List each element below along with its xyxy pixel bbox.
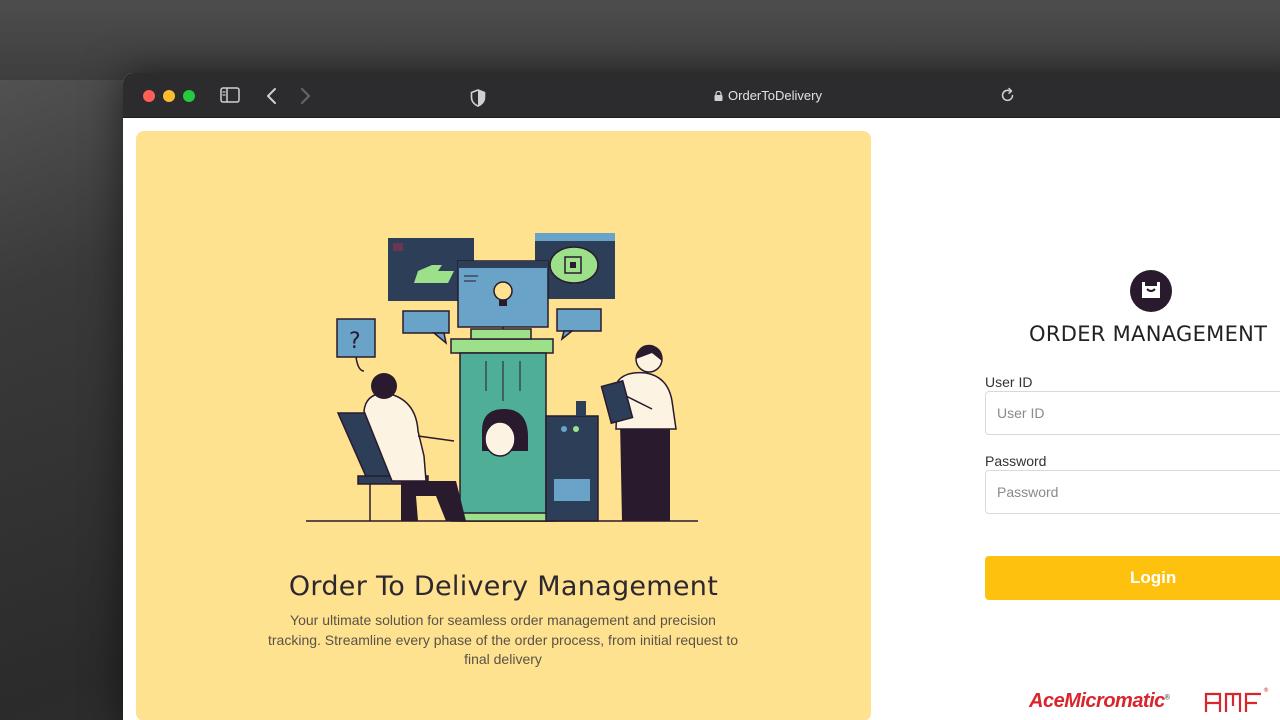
- user-id-label: User ID: [985, 374, 1033, 390]
- address-bar[interactable]: OrderToDelivery: [663, 85, 873, 107]
- reload-icon[interactable]: [1000, 87, 1015, 103]
- desktop-background: [0, 0, 1280, 80]
- acemicromatic-logo: AceMicromatic®: [1029, 690, 1170, 712]
- team-workstation-illustration: ?: [306, 233, 698, 522]
- svg-text:®: ®: [1263, 687, 1269, 694]
- chevron-right-icon[interactable]: [297, 86, 313, 106]
- browser-toolbar: OrderToDelivery: [123, 73, 1280, 118]
- zoom-window-button[interactable]: [183, 90, 195, 102]
- hero-title: Order To Delivery Management: [288, 571, 719, 602]
- amf-logo: ®: [1204, 687, 1269, 712]
- login-title: ORDER MANAGEMENT: [1029, 322, 1268, 346]
- svg-text:?: ?: [349, 329, 361, 354]
- minimize-window-button[interactable]: [163, 90, 175, 102]
- user-id-input[interactable]: [985, 391, 1280, 435]
- lock-icon: [714, 91, 723, 101]
- close-window-button[interactable]: [143, 90, 155, 102]
- page-content: ? Order To Delivery Management Your ulti…: [123, 118, 1280, 720]
- password-label: Password: [985, 453, 1047, 469]
- address-text: OrderToDelivery: [728, 88, 822, 103]
- hero-panel: ? Order To Delivery Management Your ulti…: [136, 131, 871, 720]
- password-input[interactable]: [985, 470, 1280, 514]
- login-button[interactable]: Login: [985, 556, 1280, 600]
- chevron-left-icon[interactable]: [264, 86, 280, 106]
- brand-name: AceMicromatic: [1029, 690, 1165, 712]
- browser-window: OrderToDelivery ? Order To Delivery Mana…: [123, 73, 1280, 720]
- app-logo-icon: [1130, 270, 1172, 312]
- hero-description: Your ultimate solution for seamless orde…: [268, 612, 738, 667]
- sidebar-icon[interactable]: [220, 86, 240, 104]
- shield-icon[interactable]: [470, 89, 486, 107]
